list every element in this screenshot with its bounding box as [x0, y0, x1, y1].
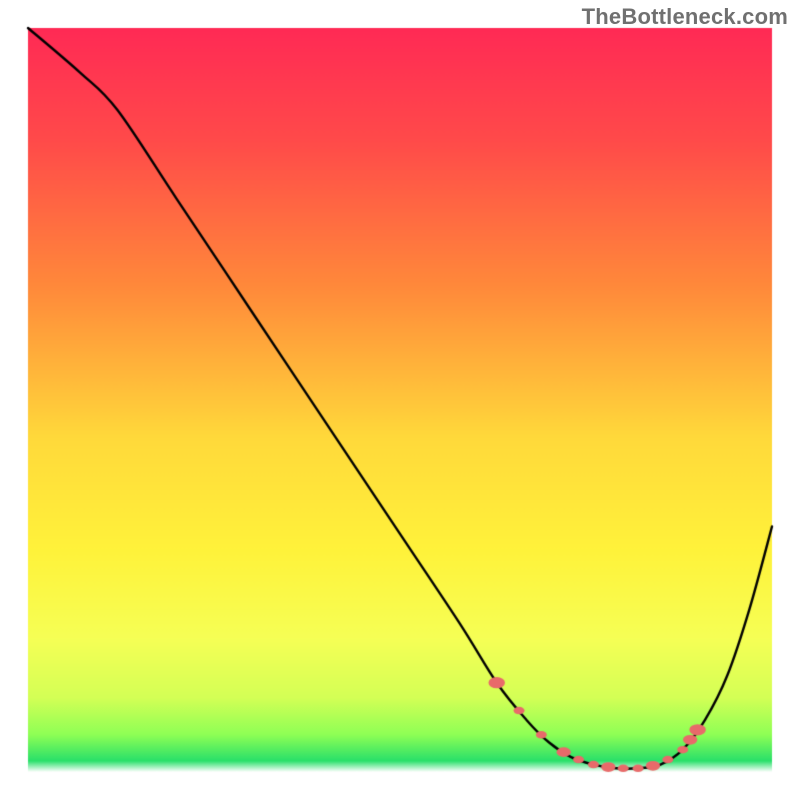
watermark-text: TheBottleneck.com — [582, 4, 788, 30]
chart-highlight — [0, 0, 800, 800]
chart-container: TheBottleneck.com — [0, 0, 800, 800]
